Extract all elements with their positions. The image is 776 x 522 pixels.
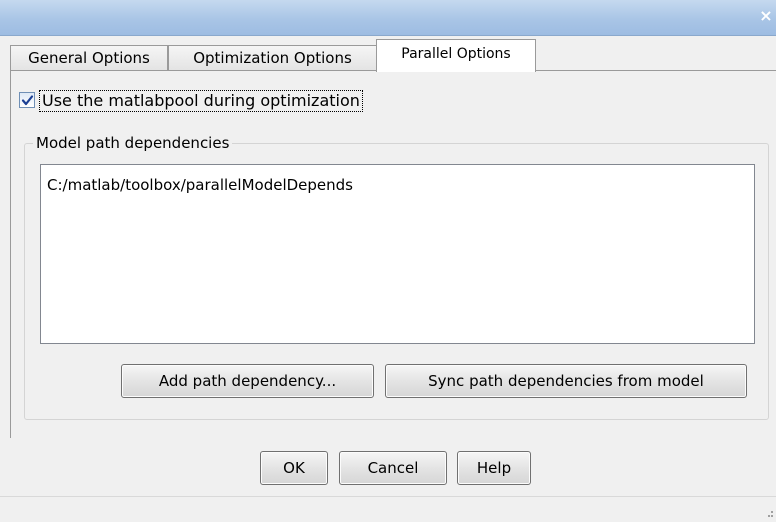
tab-strip: General Options Optimization Options Par… xyxy=(10,36,776,72)
sync-path-dependencies-button[interactable]: Sync path dependencies from model xyxy=(385,364,747,398)
help-button[interactable]: Help xyxy=(457,451,531,485)
close-icon[interactable]: × xyxy=(758,7,774,25)
status-separator xyxy=(0,496,776,497)
tab-general-options[interactable]: General Options xyxy=(10,45,168,71)
add-path-dependency-button[interactable]: Add path dependency... xyxy=(121,364,374,398)
cancel-button[interactable]: Cancel xyxy=(339,451,447,485)
use-matlabpool-checkbox[interactable] xyxy=(19,92,35,108)
dependencies-list[interactable]: C:/matlab/toolbox/parallelModelDepends xyxy=(40,164,755,344)
use-matlabpool-label[interactable]: Use the matlabpool during optimization xyxy=(39,90,363,112)
ok-button[interactable]: OK xyxy=(260,451,328,485)
group-title: Model path dependencies xyxy=(33,133,233,153)
checkmark-icon xyxy=(21,95,34,106)
title-bar[interactable]: × xyxy=(0,0,776,36)
resize-grip-icon[interactable] xyxy=(768,510,774,520)
dialog-window: × General Options Optimization Options P… xyxy=(0,0,776,522)
list-item[interactable]: C:/matlab/toolbox/parallelModelDepends xyxy=(47,175,353,195)
tab-optimization-options[interactable]: Optimization Options xyxy=(168,45,377,71)
tab-parallel-options[interactable]: Parallel Options xyxy=(376,39,536,72)
